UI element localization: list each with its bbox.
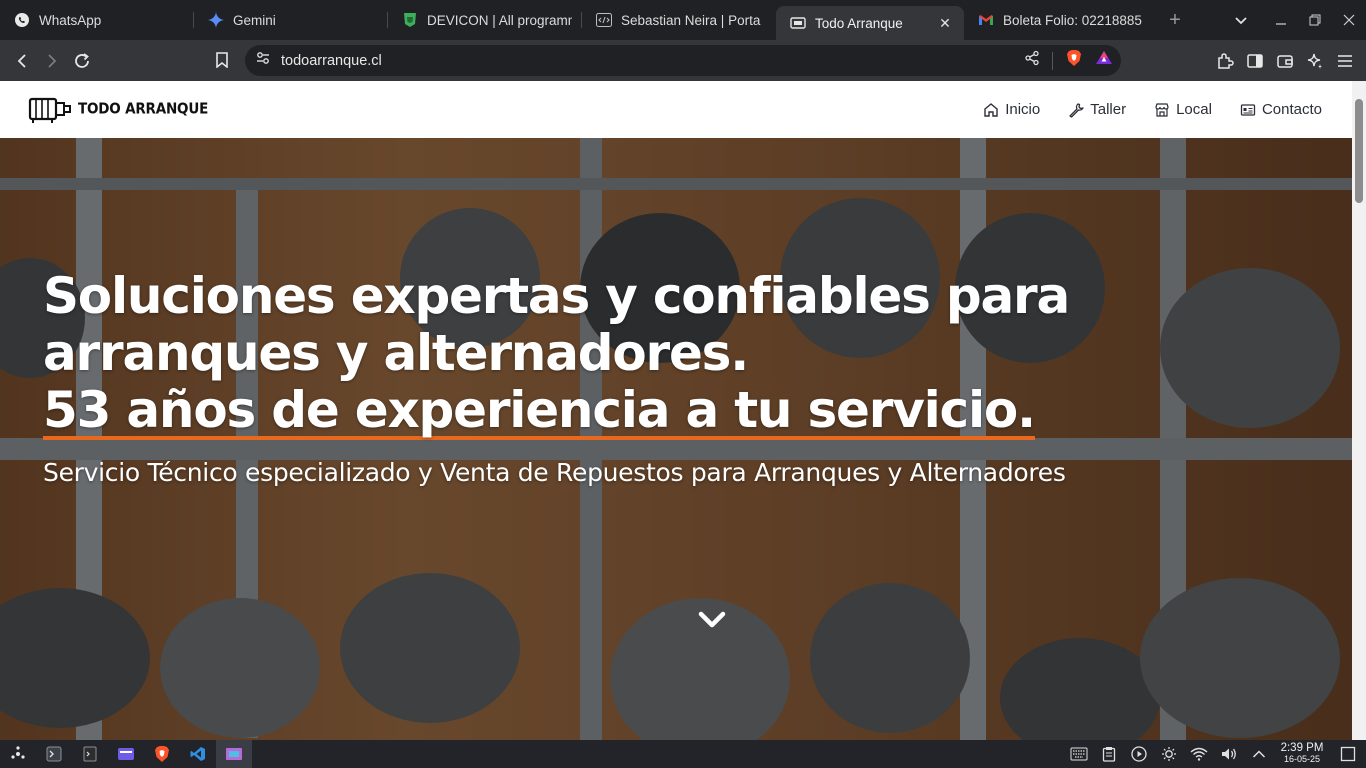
page-scrollbar[interactable] bbox=[1352, 81, 1366, 740]
whatsapp-icon bbox=[14, 12, 30, 28]
hero-heading-line-2: arranques y alternadores. bbox=[43, 324, 749, 382]
text-editor-app-icon[interactable] bbox=[72, 740, 108, 768]
back-button[interactable] bbox=[7, 46, 37, 76]
maximize-icon[interactable] bbox=[1298, 3, 1332, 37]
site-settings-icon[interactable] bbox=[255, 50, 271, 71]
hero-heading: Soluciones expertas y confiables para ar… bbox=[43, 268, 1333, 440]
minimize-icon[interactable] bbox=[1264, 3, 1298, 37]
new-tab-button[interactable]: + bbox=[1160, 5, 1190, 35]
close-window-icon[interactable] bbox=[1332, 3, 1366, 37]
site-logo[interactable]: TODO ARRANQUE bbox=[28, 93, 208, 125]
tray-expand-chevron-icon[interactable] bbox=[1244, 740, 1274, 768]
nav-label: Inicio bbox=[1005, 101, 1041, 118]
file-manager-app-icon[interactable] bbox=[108, 740, 144, 768]
tab-close-icon[interactable]: ✕ bbox=[936, 14, 954, 32]
nav-item-contacto[interactable]: Contacto bbox=[1240, 101, 1322, 118]
gmail-icon bbox=[978, 12, 994, 28]
tab-gemini[interactable]: Gemini bbox=[194, 4, 388, 36]
hero-text-block: Soluciones expertas y confiables para ar… bbox=[43, 268, 1333, 487]
clock-time: 2:39 PM bbox=[1280, 742, 1324, 754]
tab-title: Todo Arranque bbox=[815, 15, 903, 31]
brave-shields-icon[interactable] bbox=[1065, 49, 1083, 72]
home-icon bbox=[984, 102, 998, 117]
system-tray: 2:39 PM 16-05-25 bbox=[1064, 740, 1366, 768]
browser-toolbar: todoarranque.cl bbox=[0, 40, 1366, 81]
nav-label: Taller bbox=[1090, 101, 1127, 118]
tab-title: WhatsApp bbox=[39, 12, 102, 28]
tab-title: Boleta Folio: 02218885 bbox=[1003, 12, 1142, 28]
hero-heading-line-1: Soluciones expertas y confiables para bbox=[43, 267, 1070, 325]
show-desktop-icon[interactable] bbox=[1330, 740, 1366, 768]
brightness-icon[interactable] bbox=[1154, 740, 1184, 768]
forward-button[interactable] bbox=[37, 46, 67, 76]
os-taskbar: 2:39 PM 16-05-25 bbox=[0, 740, 1366, 768]
brave-browser-app-icon[interactable] bbox=[144, 740, 180, 768]
media-player-icon[interactable] bbox=[1124, 740, 1154, 768]
menu-icon[interactable] bbox=[1330, 46, 1360, 76]
keyboard-layout-icon[interactable] bbox=[1064, 740, 1094, 768]
nav-item-local[interactable]: Local bbox=[1154, 101, 1212, 118]
clock-date: 16-05-25 bbox=[1283, 754, 1321, 764]
tab-title: DEVICON | All programm bbox=[427, 12, 572, 28]
hero-heading-highlight: 53 años de experiencia a tu servicio. bbox=[43, 381, 1036, 440]
vscode-app-icon[interactable] bbox=[180, 740, 216, 768]
tab-whatsapp[interactable]: WhatsApp bbox=[0, 4, 194, 36]
nav-label: Local bbox=[1176, 101, 1212, 118]
wifi-icon[interactable] bbox=[1184, 740, 1214, 768]
logo-text: TODO ARRANQUE bbox=[78, 100, 209, 118]
web-page: Soluciones expertas y confiables para ar… bbox=[0, 81, 1366, 740]
clipboard-icon[interactable] bbox=[1094, 740, 1124, 768]
brave-rewards-icon[interactable] bbox=[1095, 49, 1113, 72]
tab-title: Sebastian Neira | Porta bbox=[621, 12, 761, 28]
share-icon[interactable] bbox=[1024, 50, 1040, 71]
tab-gmail-boleta[interactable]: Boleta Folio: 02218885 bbox=[964, 4, 1160, 36]
omnibox-divider bbox=[1052, 51, 1053, 70]
tab-devicon[interactable]: DEVICON | All programm bbox=[388, 4, 582, 36]
nav-label: Contacto bbox=[1261, 101, 1322, 118]
starter-motor-logo-icon bbox=[28, 97, 71, 123]
nav-item-inicio[interactable]: Inicio bbox=[983, 101, 1040, 118]
screenshot-app-icon[interactable] bbox=[216, 740, 252, 768]
tab-title: Gemini bbox=[233, 12, 276, 28]
store-icon bbox=[1155, 102, 1169, 117]
nav-item-taller[interactable]: Taller bbox=[1068, 101, 1126, 118]
code-icon bbox=[596, 12, 612, 28]
bookmark-icon[interactable] bbox=[207, 45, 237, 75]
leo-ai-icon[interactable] bbox=[1300, 46, 1330, 76]
extensions-icon[interactable] bbox=[1210, 46, 1240, 76]
reload-button[interactable] bbox=[67, 46, 97, 76]
wallet-icon[interactable] bbox=[1270, 46, 1300, 76]
scrollbar-thumb[interactable] bbox=[1355, 99, 1363, 203]
tab-todo-arranque[interactable]: Todo Arranque ✕ bbox=[776, 6, 964, 40]
app-launcher-icon[interactable] bbox=[0, 740, 36, 768]
terminal-app-icon[interactable] bbox=[36, 740, 72, 768]
wrench-icon bbox=[1069, 102, 1084, 118]
hero-section: Soluciones expertas y confiables para ar… bbox=[0, 138, 1352, 740]
url-text[interactable]: todoarranque.cl bbox=[281, 53, 382, 69]
sidebar-toggle-icon[interactable] bbox=[1240, 46, 1270, 76]
site-header: TODO ARRANQUE Inicio Taller Local Contac… bbox=[0, 81, 1352, 138]
system-clock[interactable]: 2:39 PM 16-05-25 bbox=[1274, 742, 1330, 765]
tab-search-chevron-icon[interactable] bbox=[1224, 3, 1258, 37]
hero-subtitle: Servicio Técnico especializado y Venta d… bbox=[43, 458, 1066, 487]
volume-icon[interactable] bbox=[1214, 740, 1244, 768]
tab-portfolio[interactable]: Sebastian Neira | Porta bbox=[582, 4, 776, 36]
contact-card-icon bbox=[1240, 103, 1256, 116]
todoarranque-favicon bbox=[790, 15, 806, 31]
main-nav: Inicio Taller Local Contacto bbox=[983, 81, 1322, 138]
gemini-icon bbox=[208, 12, 224, 28]
devicon-icon bbox=[402, 12, 418, 28]
address-bar[interactable]: todoarranque.cl bbox=[245, 45, 1121, 76]
browser-tabstrip: WhatsApp Gemini DEVICON | All programm S… bbox=[0, 0, 1366, 40]
scroll-down-chevron-icon[interactable] bbox=[697, 608, 727, 632]
